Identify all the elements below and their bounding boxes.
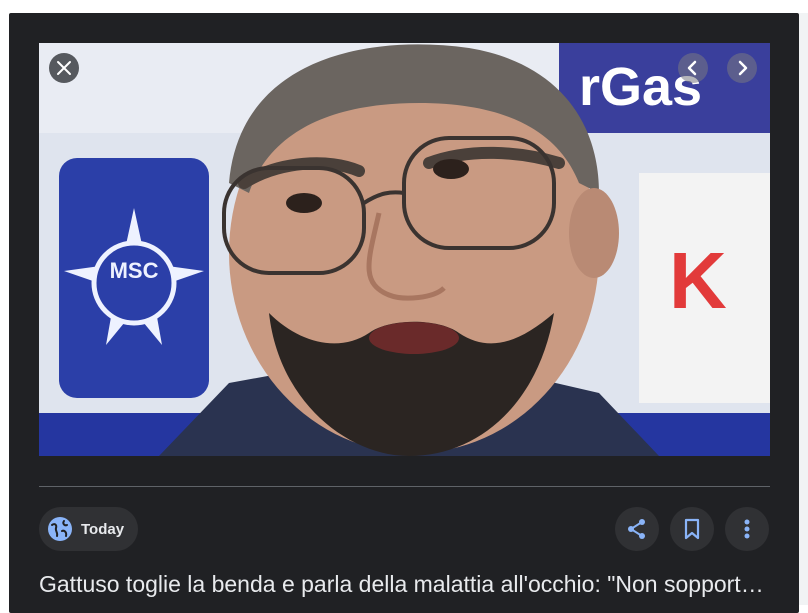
bookmark-icon <box>684 518 700 540</box>
chevron-left-icon <box>687 60 697 76</box>
page-scrollbar-track[interactable] <box>799 13 808 605</box>
close-icon <box>57 61 71 75</box>
preview-image-art: MSC rGas K <box>39 43 770 456</box>
save-button[interactable] <box>670 507 714 551</box>
result-title-link[interactable]: Gattuso toglie la benda e parla della ma… <box>39 569 774 599</box>
svg-text:K: K <box>669 236 727 325</box>
next-image-button[interactable] <box>727 53 757 83</box>
divider <box>39 486 770 487</box>
source-link[interactable]: Today <box>39 507 139 551</box>
previous-image-button[interactable] <box>678 53 708 83</box>
more-vert-icon <box>744 519 750 539</box>
chevron-right-icon <box>738 60 748 76</box>
image-viewer-panel: MSC rGas K Today Gattuso toglie la benda… <box>9 13 799 613</box>
close-button[interactable] <box>49 53 79 83</box>
source-label: Today <box>81 520 125 538</box>
share-icon <box>628 519 645 539</box>
share-button[interactable] <box>615 507 659 551</box>
msc-logo-text: MSC <box>110 258 159 283</box>
preview-image[interactable]: MSC rGas K <box>39 43 770 456</box>
globe-icon <box>48 517 72 541</box>
more-options-button[interactable] <box>725 507 769 551</box>
